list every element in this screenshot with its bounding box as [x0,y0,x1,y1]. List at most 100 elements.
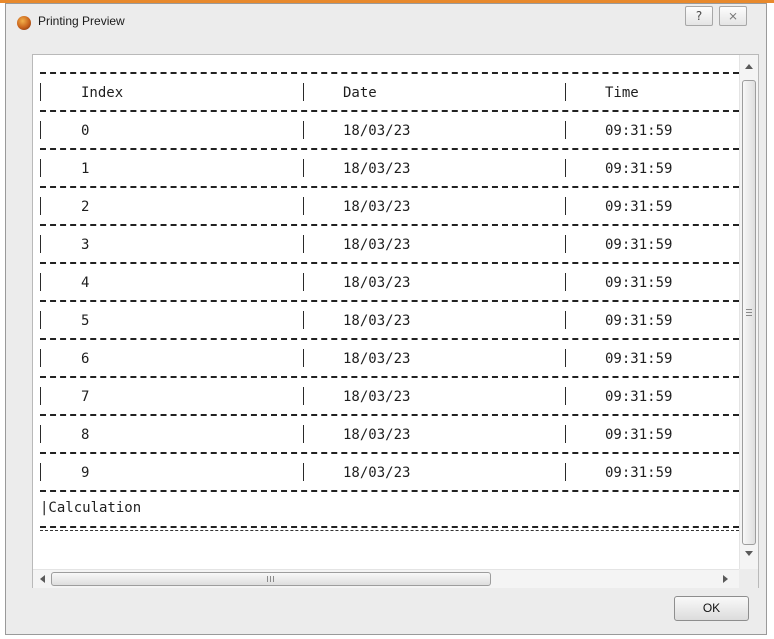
column-separator [303,425,304,443]
scroll-up-icon[interactable] [745,64,753,69]
column-separator [303,121,304,139]
column-separator [565,83,566,101]
table-cell: 2 [81,199,90,215]
column-separator [40,273,41,291]
table-cell: 09:31:59 [605,123,673,139]
table-cell: 3 [81,237,90,253]
dashed-rule [40,110,739,112]
dashed-rule [40,148,739,150]
column-separator [303,235,304,253]
column-header: Time [605,85,639,101]
print-preview-area[interactable]: Index Date Time 0 18/03/23 09:31:59 1 18/03/23 0… [32,54,759,588]
table-cell: 09:31:59 [605,427,673,443]
vertical-scroll-thumb[interactable] [742,80,756,545]
table-cell: 0 [81,123,90,139]
column-separator [40,463,41,481]
dashed-rule [40,224,739,226]
table-cell: 18/03/23 [343,275,411,291]
table-cell: 8 [81,427,90,443]
scroll-left-icon[interactable] [40,575,45,583]
column-separator [40,311,41,329]
grip-line [746,312,752,313]
grip-line [746,309,752,310]
column-header: Index [81,85,124,101]
table-cell: 09:31:59 [605,313,673,329]
table-cell: 18/03/23 [343,237,411,253]
help-button[interactable]: ? [685,6,713,26]
table-cell: 5 [81,313,90,329]
column-separator [40,83,41,101]
horizontal-scroll-thumb[interactable] [51,572,491,586]
table-cell: 09:31:59 [605,161,673,177]
grip-line [746,315,752,316]
column-separator [303,83,304,101]
dashed-rule [40,72,739,74]
column-separator [40,121,41,139]
table-cell: 7 [81,389,90,405]
ok-button[interactable]: OK [674,596,749,621]
table-cell: 18/03/23 [343,389,411,405]
column-separator [565,273,566,291]
dashed-rule [40,300,739,302]
preview-content: Index Date Time 0 18/03/23 09:31:59 1 18/03/23 0… [33,55,739,569]
table-cell: 09:31:59 [605,465,673,481]
dashed-rule [40,376,739,378]
table-cell: 18/03/23 [343,465,411,481]
column-separator [40,235,41,253]
app-icon [17,16,31,30]
table-cell: 18/03/23 [343,351,411,367]
column-separator [40,425,41,443]
window-title: Printing Preview [38,14,125,28]
dashed-rule [40,530,739,531]
column-separator [303,159,304,177]
table-cell: 9 [81,465,90,481]
close-icon: ⨯ [727,9,739,23]
title-bar[interactable]: Printing Preview ? ⨯ [6,4,766,40]
grip-line [273,576,274,582]
table-cell: 1 [81,161,90,177]
table-cell: 18/03/23 [343,161,411,177]
calculation-footer: |Calculation [40,500,142,516]
column-separator [565,425,566,443]
column-separator [565,311,566,329]
column-separator [565,121,566,139]
vertical-scrollbar[interactable] [739,55,758,569]
table-cell: 09:31:59 [605,275,673,291]
horizontal-scrollbar[interactable] [33,569,739,588]
grip-line [267,576,268,582]
column-separator [565,197,566,215]
table-cell: 18/03/23 [343,199,411,215]
column-separator [303,273,304,291]
dashed-rule [40,414,739,416]
dashed-rule [40,490,739,492]
column-header: Date [343,85,377,101]
close-button[interactable]: ⨯ [719,6,747,26]
table-cell: 18/03/23 [343,427,411,443]
table-cell: 6 [81,351,90,367]
dashed-rule [40,526,739,528]
column-separator [565,349,566,367]
table-cell: 09:31:59 [605,389,673,405]
printing-preview-dialog: Printing Preview ? ⨯ Index Date Time 0 18/03… [5,3,767,635]
column-separator [303,349,304,367]
dashed-rule [40,452,739,454]
table-cell: 09:31:59 [605,351,673,367]
dashed-rule [40,186,739,188]
help-icon: ? [695,9,703,23]
table-cell: 4 [81,275,90,291]
column-separator [565,463,566,481]
table-cell: 09:31:59 [605,199,673,215]
table-cell: 18/03/23 [343,313,411,329]
grip-line [270,576,271,582]
scroll-down-icon[interactable] [745,551,753,556]
scroll-right-icon[interactable] [723,575,728,583]
column-separator [40,197,41,215]
column-separator [565,159,566,177]
scrollbar-corner [739,569,758,588]
dashed-rule [40,338,739,340]
column-separator [303,463,304,481]
dashed-rule [40,262,739,264]
column-separator [565,387,566,405]
column-separator [303,197,304,215]
table-cell: 09:31:59 [605,237,673,253]
